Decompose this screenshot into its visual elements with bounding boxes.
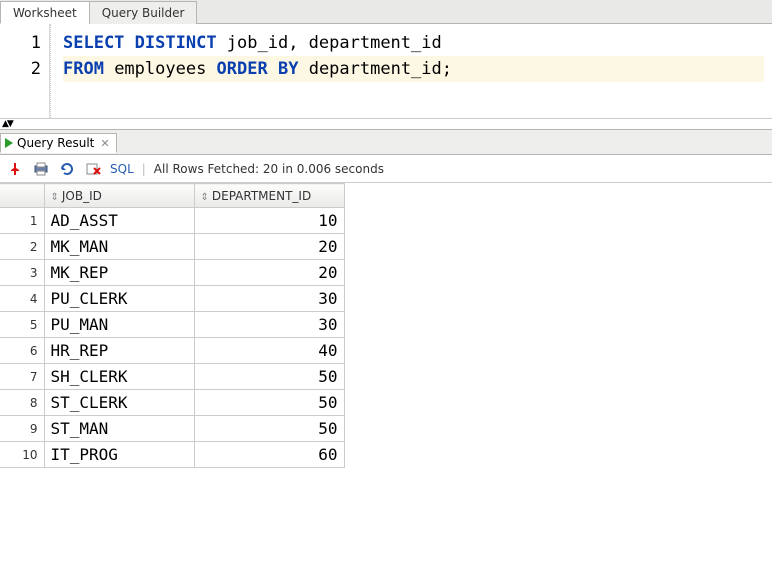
cell-job-id[interactable]: ST_MAN: [44, 416, 194, 442]
result-tabs: Query Result ✕: [0, 129, 772, 155]
row-number: 3: [0, 260, 44, 286]
run-icon: [5, 138, 13, 148]
cell-job-id[interactable]: SH_CLERK: [44, 364, 194, 390]
result-grid[interactable]: ⇕JOB_ID⇕DEPARTMENT_ID1AD_ASST102MK_MAN20…: [0, 183, 345, 468]
cell-department-id[interactable]: 50: [194, 364, 344, 390]
sort-icon: ⇕: [51, 192, 59, 203]
cell-job-id[interactable]: HR_REP: [44, 338, 194, 364]
result-tab-label: Query Result: [17, 136, 94, 150]
row-number: 6: [0, 338, 44, 364]
refresh-icon[interactable]: [58, 160, 76, 178]
separator: |: [142, 162, 146, 176]
delete-icon[interactable]: [84, 160, 102, 178]
cell-job-id[interactable]: PU_CLERK: [44, 286, 194, 312]
pin-icon[interactable]: [6, 160, 24, 178]
cell-job-id[interactable]: ST_CLERK: [44, 390, 194, 416]
close-icon[interactable]: ✕: [100, 137, 109, 150]
row-number: 10: [0, 442, 44, 468]
editor-tabs: Worksheet Query Builder: [0, 0, 772, 24]
cell-department-id[interactable]: 50: [194, 390, 344, 416]
code-line[interactable]: SELECT DISTINCT job_id, department_id: [63, 30, 764, 56]
table-row[interactable]: 4PU_CLERK30: [0, 286, 344, 312]
row-number: 1: [0, 208, 44, 234]
cell-department-id[interactable]: 10: [194, 208, 344, 234]
row-number: 5: [0, 312, 44, 338]
cell-department-id[interactable]: 40: [194, 338, 344, 364]
cell-job-id[interactable]: IT_PROG: [44, 442, 194, 468]
column-label: JOB_ID: [62, 189, 102, 203]
table-row[interactable]: 9ST_MAN50: [0, 416, 344, 442]
table-row[interactable]: 7SH_CLERK50: [0, 364, 344, 390]
tab-query-builder[interactable]: Query Builder: [89, 1, 198, 24]
print-icon[interactable]: [32, 160, 50, 178]
cell-job-id[interactable]: PU_MAN: [44, 312, 194, 338]
row-number: 8: [0, 390, 44, 416]
row-number: 2: [0, 234, 44, 260]
result-toolbar: SQL | All Rows Fetched: 20 in 0.006 seco…: [0, 155, 772, 183]
table-row[interactable]: 10IT_PROG60: [0, 442, 344, 468]
sql-editor[interactable]: 12 SELECT DISTINCT job_id, department_id…: [0, 24, 772, 119]
tab-worksheet[interactable]: Worksheet: [0, 1, 90, 24]
line-number: 1: [0, 30, 49, 56]
rownum-header: [0, 184, 44, 208]
column-header-job_id[interactable]: ⇕JOB_ID: [44, 184, 194, 208]
editor-gutter: 12: [0, 24, 50, 118]
code-line[interactable]: FROM employees ORDER BY department_id;: [63, 56, 764, 82]
status-text: All Rows Fetched: 20 in 0.006 seconds: [154, 162, 384, 176]
sort-icon: ⇕: [201, 192, 209, 203]
cell-department-id[interactable]: 30: [194, 286, 344, 312]
column-header-department_id[interactable]: ⇕DEPARTMENT_ID: [194, 184, 344, 208]
sql-link[interactable]: SQL: [110, 162, 134, 176]
tab-query-result[interactable]: Query Result ✕: [0, 133, 117, 153]
cell-department-id[interactable]: 50: [194, 416, 344, 442]
table-row[interactable]: 8ST_CLERK50: [0, 390, 344, 416]
row-number: 7: [0, 364, 44, 390]
column-label: DEPARTMENT_ID: [212, 189, 311, 203]
cell-department-id[interactable]: 20: [194, 260, 344, 286]
cell-job-id[interactable]: MK_MAN: [44, 234, 194, 260]
cell-department-id[interactable]: 20: [194, 234, 344, 260]
result-grid-wrap: ⇕JOB_ID⇕DEPARTMENT_ID1AD_ASST102MK_MAN20…: [0, 183, 772, 468]
table-row[interactable]: 3MK_REP20: [0, 260, 344, 286]
row-number: 9: [0, 416, 44, 442]
cell-job-id[interactable]: MK_REP: [44, 260, 194, 286]
cell-department-id[interactable]: 30: [194, 312, 344, 338]
line-number: 2: [0, 56, 49, 82]
editor-code[interactable]: SELECT DISTINCT job_id, department_idFRO…: [50, 24, 772, 118]
splitter-handle[interactable]: ▲▼: [0, 119, 772, 129]
row-number: 4: [0, 286, 44, 312]
table-row[interactable]: 2MK_MAN20: [0, 234, 344, 260]
table-row[interactable]: 1AD_ASST10: [0, 208, 344, 234]
table-row[interactable]: 5PU_MAN30: [0, 312, 344, 338]
table-row[interactable]: 6HR_REP40: [0, 338, 344, 364]
cell-department-id[interactable]: 60: [194, 442, 344, 468]
cell-job-id[interactable]: AD_ASST: [44, 208, 194, 234]
